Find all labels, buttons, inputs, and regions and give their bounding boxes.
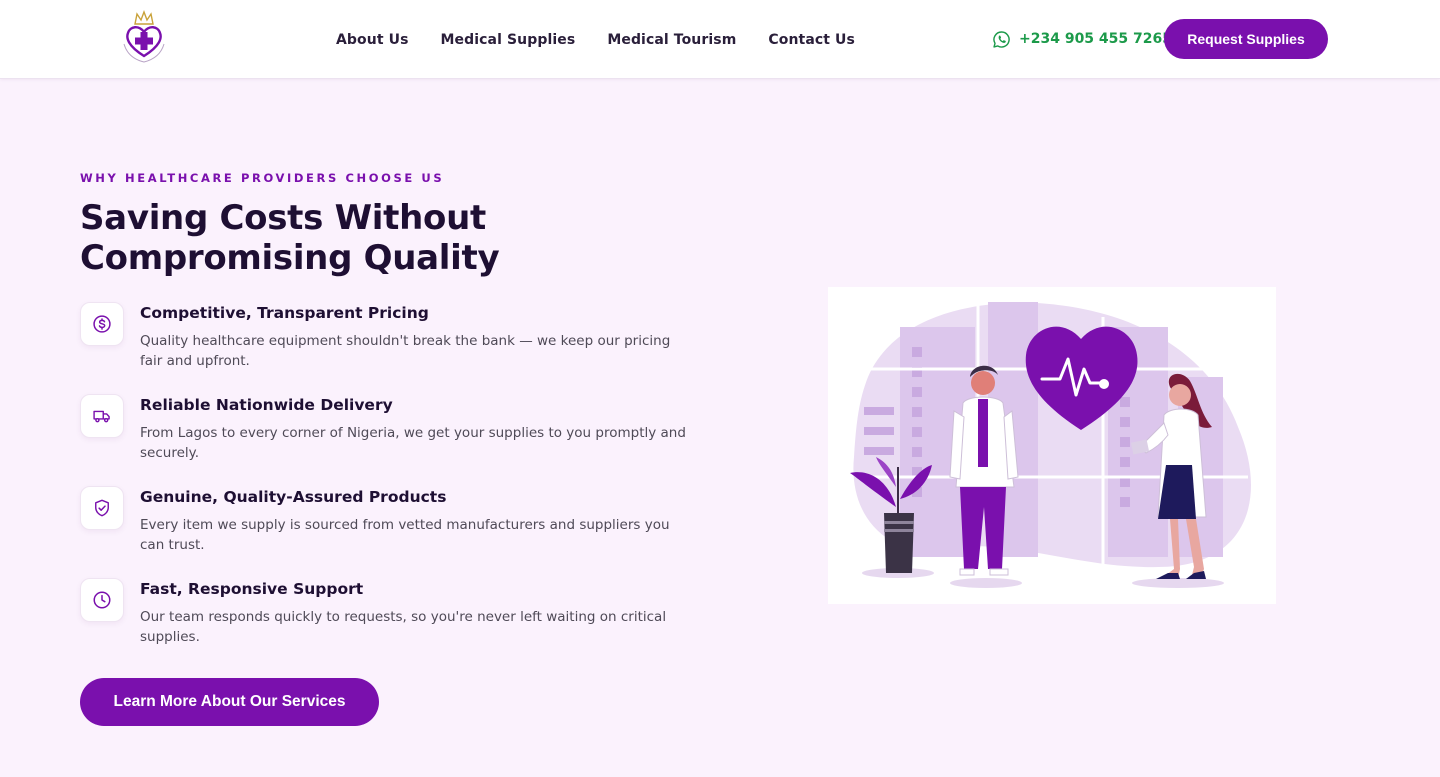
shield-check-icon [95,499,109,517]
feature-description: Quality healthcare equipment shouldn't b… [140,333,671,369]
feature-title: Genuine, Quality-Assured Products [140,488,447,506]
clock-icon [93,591,111,609]
feature-icon-box [80,578,124,622]
doctors-illustration [828,287,1276,604]
feature-icon-box [80,394,124,438]
learn-more-button[interactable]: Learn More About Our Services [80,678,379,726]
feature-description: Our team responds quickly to requests, s… [140,609,667,645]
whatsapp-icon [993,30,1010,48]
main-nav: About Us Medical Supplies Medical Touris… [336,0,855,79]
section-title: Saving Costs Without Compromising Qualit… [80,198,500,278]
feature-item: Reliable Nationwide Delivery From Lagos … [80,394,700,474]
request-supplies-button[interactable]: Request Supplies [1164,19,1328,59]
feature-item: Fast, Responsive Support Our team respon… [80,578,700,658]
feature-item: Competitive, Transparent Pricing Quality… [80,302,700,382]
nav-about-us[interactable]: About Us [336,32,409,48]
truck-icon [93,410,110,423]
site-header: About Us Medical Supplies Medical Touris… [0,0,1440,79]
nav-contact-us[interactable]: Contact Us [768,32,855,48]
logo[interactable] [118,8,170,64]
doctors-heart-illustration [850,302,1252,588]
feature-icon-box [80,486,124,530]
nav-medical-tourism[interactable]: Medical Tourism [607,32,736,48]
feature-icon-box [80,302,124,346]
dollar-icon [93,315,111,333]
feature-item: Genuine, Quality-Assured Products Every … [80,486,700,566]
feature-title: Competitive, Transparent Pricing [140,304,429,322]
phone-number: +234 905 455 7265 [1019,31,1172,47]
section-eyebrow: WHY HEALTHCARE PROVIDERS CHOOSE US [80,171,445,185]
feature-title: Fast, Responsive Support [140,580,364,598]
logo-emblem-icon [123,10,165,63]
feature-title: Reliable Nationwide Delivery [140,396,393,414]
feature-description: Every item we supply is sourced from vet… [140,517,670,553]
feature-description: From Lagos to every corner of Nigeria, w… [140,425,686,461]
nav-medical-supplies[interactable]: Medical Supplies [441,32,576,48]
whatsapp-phone-link[interactable]: +234 905 455 7265 [992,29,1172,49]
